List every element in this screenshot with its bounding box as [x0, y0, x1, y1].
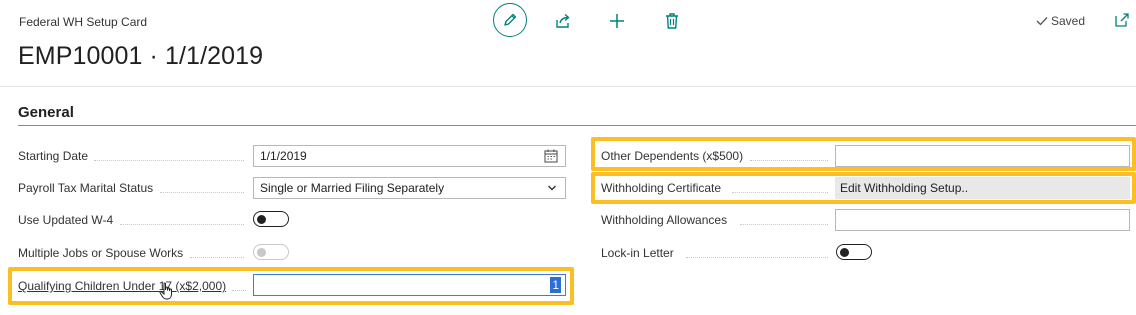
leader-dots	[686, 257, 828, 258]
withholding-certificate-label: Withholding Certificate	[601, 181, 722, 195]
marital-status-value: Single or Married Filing Separately	[260, 181, 445, 195]
qualifying-children-label[interactable]: Qualifying Children Under 17 (x$2,000)	[18, 279, 226, 293]
check-icon	[1036, 17, 1048, 26]
leader-dots	[94, 160, 244, 161]
other-dependents-input[interactable]	[835, 145, 1130, 167]
multiple-jobs-label: Multiple Jobs or Spouse Works	[18, 246, 184, 260]
starting-date-label: Starting Date	[18, 149, 89, 163]
leader-dots	[232, 290, 246, 291]
toggle-knob	[257, 247, 266, 257]
hand-cursor-icon	[159, 282, 172, 300]
leader-dots	[190, 257, 244, 258]
share-button[interactable]	[553, 11, 573, 31]
saved-label: Saved	[1051, 14, 1086, 28]
use-updated-w4-label: Use Updated W-4	[18, 213, 114, 227]
qualifying-children-value: 1	[550, 277, 561, 293]
toggle-knob	[257, 214, 266, 224]
page-title: EMP10001 · 1/1/2019	[18, 42, 264, 70]
saved-status: Saved	[1036, 14, 1085, 28]
marital-status-label: Payroll Tax Marital Status	[18, 181, 154, 195]
withholding-allowances-input[interactable]	[835, 209, 1130, 231]
header-divider	[0, 86, 1136, 87]
popout-button[interactable]	[1114, 12, 1130, 28]
qualifying-children-input[interactable]: 1	[253, 274, 566, 296]
delete-icon	[666, 13, 678, 29]
lockin-letter-toggle[interactable]	[836, 244, 872, 260]
delete-button[interactable]	[662, 11, 682, 31]
popout-icon	[1115, 13, 1129, 27]
share-icon	[556, 13, 570, 28]
add-icon	[610, 14, 624, 28]
edit-button[interactable]	[493, 3, 527, 37]
chevron-down-icon	[548, 185, 556, 191]
new-button[interactable]	[607, 11, 627, 31]
lockin-letter-label: Lock-in Letter	[601, 246, 674, 260]
leader-dots	[120, 224, 244, 225]
starting-date-field[interactable]: 1/1/2019	[253, 145, 566, 167]
section-divider	[18, 125, 1136, 126]
toggle-knob	[840, 247, 849, 257]
edit-icon	[504, 13, 517, 26]
card-type-label: Federal WH Setup Card	[19, 15, 148, 29]
multiple-jobs-toggle[interactable]	[253, 244, 289, 260]
marital-status-select[interactable]: Single or Married Filing Separately	[253, 177, 566, 199]
use-updated-w4-toggle[interactable]	[253, 211, 289, 227]
section-title-general: General	[18, 104, 74, 121]
starting-date-value: 1/1/2019	[260, 149, 307, 163]
leader-dots	[160, 192, 244, 193]
other-dependents-label: Other Dependents (x$500)	[601, 149, 744, 163]
calendar-icon[interactable]	[544, 149, 558, 163]
leader-dots	[740, 224, 828, 225]
withholding-allowances-label: Withholding Allowances	[601, 213, 728, 227]
edit-withholding-setup-link[interactable]: Edit Withholding Setup..	[835, 177, 1130, 199]
leader-dots	[750, 160, 828, 161]
leader-dots	[732, 192, 828, 193]
